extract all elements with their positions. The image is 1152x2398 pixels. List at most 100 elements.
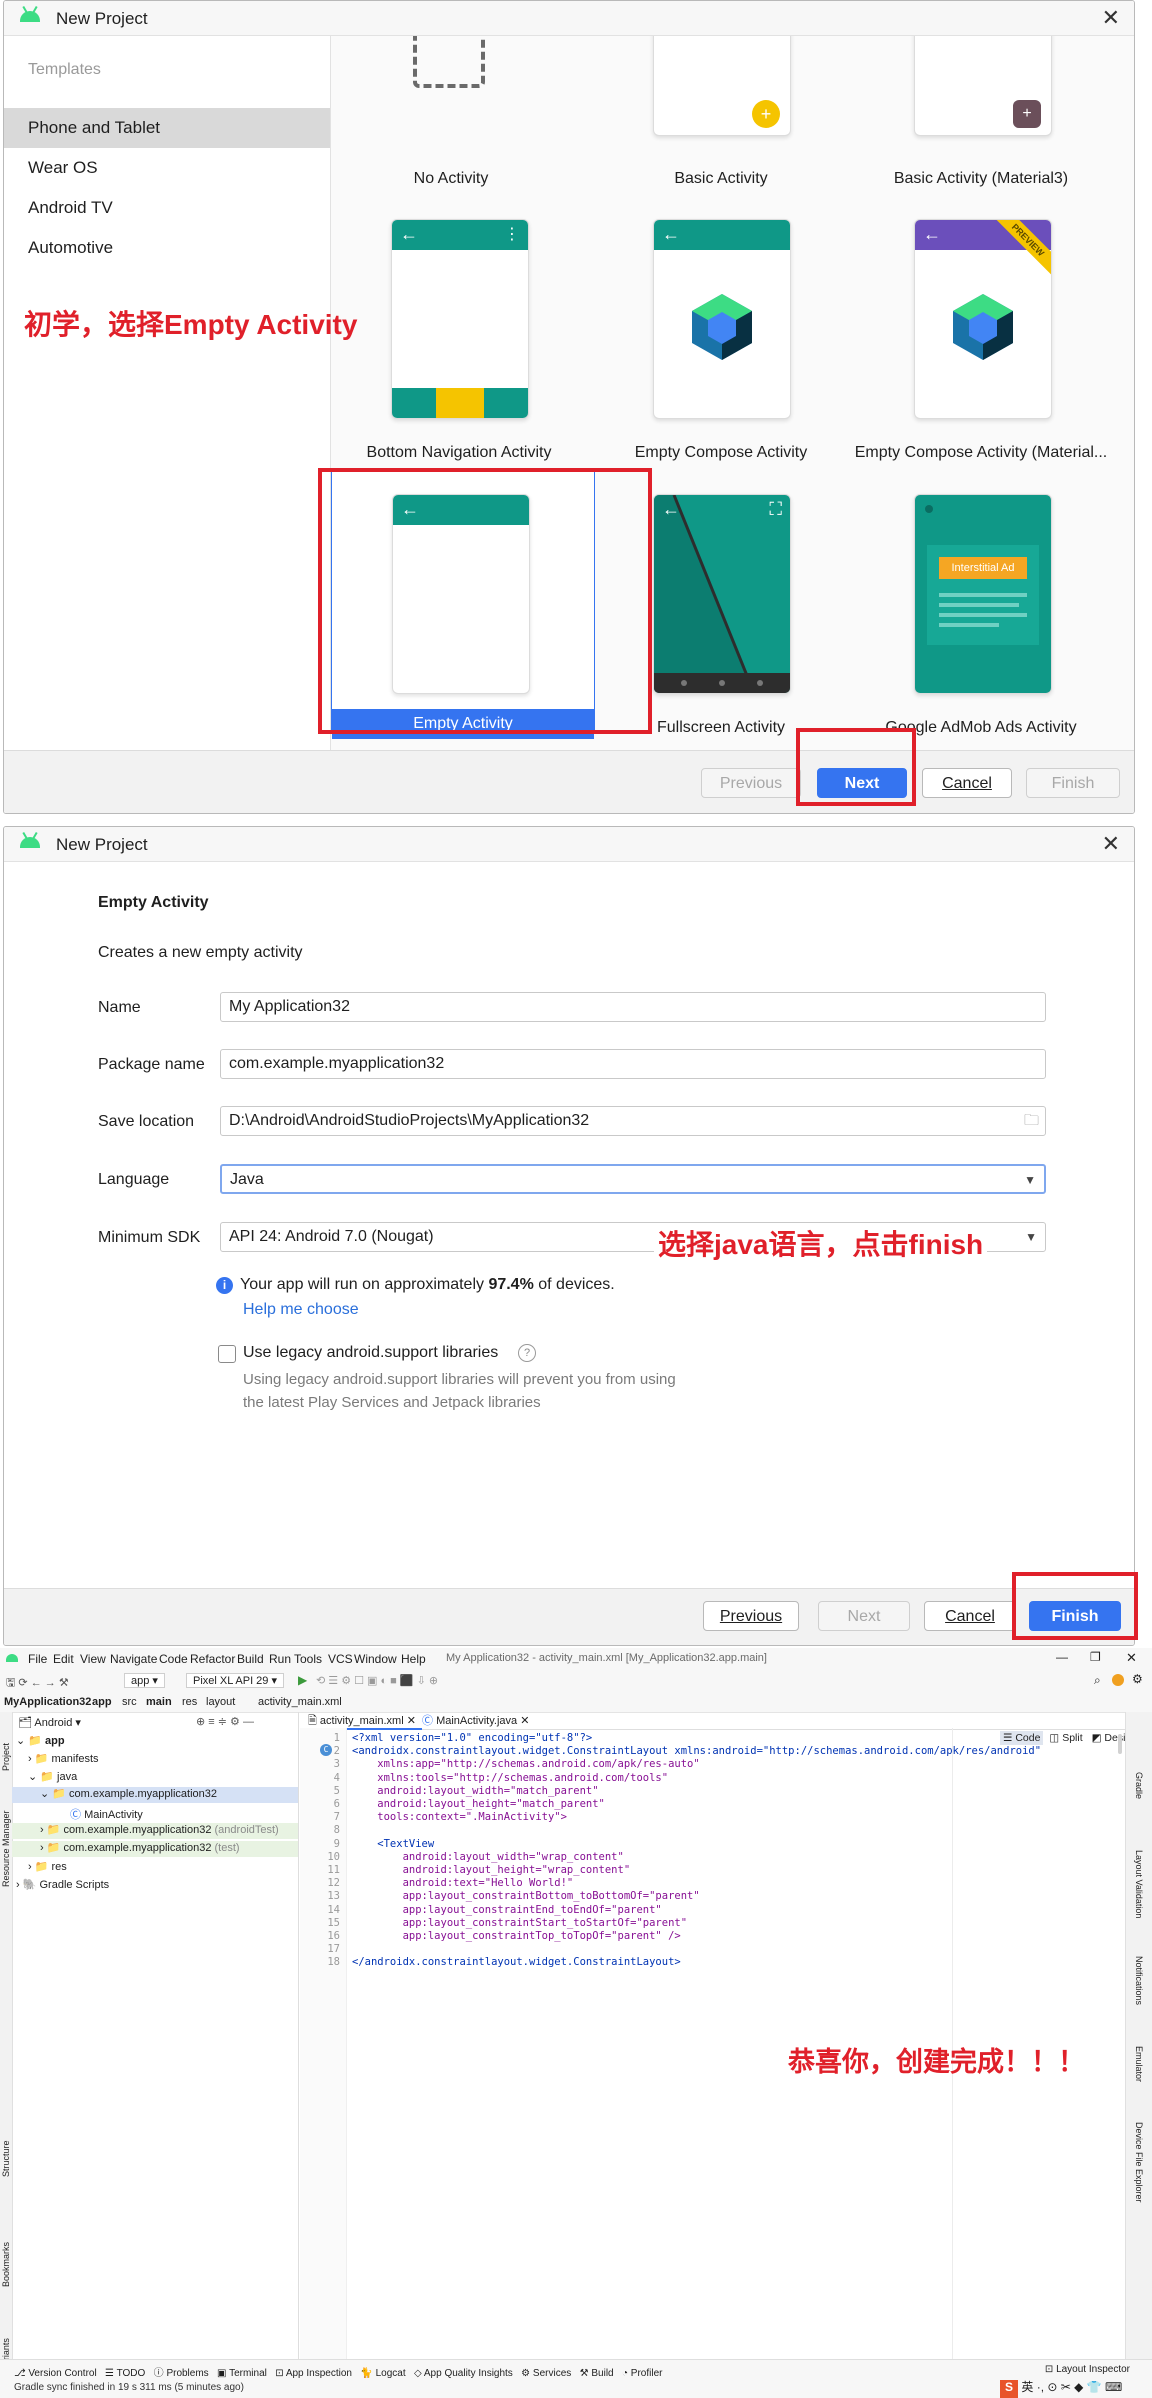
template-basic-activity[interactable]: + (653, 36, 791, 136)
editor-scrollbar[interactable] (1118, 1734, 1122, 1754)
tool-problems[interactable]: ⓘ Problems (154, 2368, 209, 2379)
code-line[interactable]: xmlns:tools="http://schemas.android.com/… (352, 1772, 668, 1784)
menu-help[interactable]: Help (401, 1652, 426, 1666)
project-view-select[interactable]: 🗂 Android ▾ (18, 1716, 81, 1729)
tool-bookmarks[interactable]: Bookmarks (1, 2227, 11, 2287)
help-icon[interactable]: ? (518, 1344, 536, 1362)
menu-code[interactable]: Code (159, 1652, 188, 1666)
tool-device-file-explorer[interactable]: Device File Explorer (1134, 2122, 1144, 2232)
previous-button[interactable]: Previous (703, 1601, 799, 1631)
code-line[interactable]: android:layout_width="wrap_content" (352, 1851, 624, 1863)
ime-indicator[interactable]: S 英 ·, ⊙ ✂ ◆ 👕 ⌨ (1000, 2378, 1122, 2398)
tree-item-gradle-scripts[interactable]: › 🐘 Gradle Scripts (16, 1878, 109, 1891)
code-line[interactable]: <TextView (352, 1838, 434, 1850)
tool-gradle[interactable]: Gradle (1134, 1772, 1144, 1822)
menu-build[interactable]: Build (237, 1652, 264, 1666)
tree-item-package-test[interactable]: › 📁 com.example.myapplication32 (test) (12, 1841, 298, 1857)
menu-run[interactable]: Run (269, 1652, 291, 1666)
run-icon[interactable]: ▶ (298, 1673, 307, 1687)
previous-button[interactable]: Previous (701, 768, 801, 798)
menu-edit[interactable]: Edit (53, 1652, 74, 1666)
breadcrumb-src[interactable]: src (122, 1696, 137, 1708)
category-phone-tablet[interactable]: Phone and Tablet (4, 108, 330, 148)
class-marker-icon[interactable]: C (320, 1744, 332, 1756)
next-button[interactable]: Next (818, 1601, 910, 1631)
cancel-button[interactable]: Cancel (924, 1601, 1016, 1631)
folder-icon[interactable]: 🗀 (1024, 1107, 1039, 1135)
code-line[interactable]: </androidx.constraintlayout.widget.Const… (352, 1956, 681, 1968)
template-admob[interactable]: Interstitial Ad (914, 494, 1052, 694)
toolbar-icons-left[interactable]: 🖫 ⟳ ← → ⚒ (6, 1674, 69, 1693)
name-field[interactable]: My Application32 (220, 992, 1046, 1022)
breadcrumb-layout[interactable]: layout (206, 1696, 235, 1708)
menu-file[interactable]: File (28, 1652, 47, 1666)
code-line[interactable]: tools:context=".MainActivity"> (352, 1811, 567, 1823)
project-panel-icons[interactable]: ⊕ ≡ ≑ ⚙ — (196, 1715, 254, 1728)
tool-app-inspection[interactable]: ⊡ App Inspection (275, 2368, 352, 2379)
code-line[interactable]: xmlns:app="http://schemas.android.com/ap… (352, 1758, 699, 1770)
tool-resource-manager[interactable]: Resource Manager (1, 1787, 11, 1887)
template-empty-compose[interactable]: ← (653, 219, 791, 419)
code-line[interactable]: <?xml version="1.0" encoding="utf-8"?> (352, 1732, 592, 1744)
code-line[interactable]: app:layout_constraintEnd_toEndOf="parent… (352, 1904, 662, 1916)
tool-app-quality-insights[interactable]: ◇ App Quality Insights (414, 2368, 513, 2379)
tree-item-mainactivity[interactable]: Ⓒ MainActivity (70, 1806, 143, 1822)
tool-structure[interactable]: Structure (1, 2117, 11, 2177)
close-icon[interactable]: ✕ (1102, 831, 1120, 857)
minimize-icon[interactable]: — (1056, 1650, 1068, 1664)
legacy-support-checkbox[interactable] (218, 1345, 236, 1363)
tool-notifications[interactable]: Notifications (1134, 1956, 1144, 2038)
code-line[interactable]: android:layout_height="wrap_content" (352, 1864, 631, 1876)
template-bottom-navigation[interactable]: ← ⋮ (391, 219, 529, 419)
menu-navigate[interactable]: Navigate (110, 1652, 157, 1666)
menu-window[interactable]: Window (354, 1652, 397, 1666)
template-fullscreen[interactable]: ← ⛶ (653, 494, 791, 694)
template-basic-activity-m3[interactable]: + (914, 36, 1052, 136)
category-wear-os[interactable]: Wear OS (4, 148, 330, 188)
breadcrumb-res[interactable]: res (182, 1696, 197, 1708)
tab-mainactivity-java[interactable]: Ⓒ MainActivity.java ✕ (416, 1712, 535, 1728)
menu-refactor[interactable]: Refactor (190, 1652, 235, 1666)
template-empty-compose-m3[interactable]: ← PREVIEW (914, 219, 1052, 419)
breadcrumb-project[interactable]: MyApplication32 (4, 1696, 91, 1708)
tree-item-package-main[interactable]: ⌄ 📁 com.example.myapplication32 (12, 1787, 298, 1803)
tool-logcat[interactable]: 🐈 Logcat (360, 2368, 405, 2379)
breadcrumb-file[interactable]: activity_main.xml (258, 1696, 342, 1708)
toolbar-icons-right[interactable]: ⟲ ☰ ⚙ ☐ ▣ ◐ ■ ⬛ ⇩ ⊕ (316, 1674, 438, 1687)
menu-vcs[interactable]: VCS (328, 1652, 353, 1666)
code-line[interactable]: android:layout_width="match_parent" (352, 1785, 598, 1797)
search-icon[interactable]: ⌕ (1094, 1673, 1101, 1688)
tree-item-package-androidtest[interactable]: › 📁 com.example.myapplication32 (android… (12, 1823, 298, 1839)
tool-todo[interactable]: ☰ TODO (105, 2368, 145, 2379)
tool-terminal[interactable]: ▣ Terminal (217, 2368, 267, 2379)
code-line[interactable]: <androidx.constraintlayout.widget.Constr… (352, 1745, 1041, 1757)
run-config-select[interactable]: app ▾ (124, 1673, 165, 1688)
code-line[interactable]: app:layout_constraintStart_toStartOf="pa… (352, 1917, 687, 1929)
tree-item-res[interactable]: › 📁 res (28, 1860, 67, 1873)
tree-item-app[interactable]: ⌄ 📁 app (16, 1734, 65, 1747)
package-name-field[interactable]: com.example.myapplication32 (220, 1049, 1046, 1079)
tree-item-manifests[interactable]: › 📁 manifests (28, 1752, 99, 1765)
maximize-icon[interactable]: ❐ (1090, 1650, 1101, 1664)
tool-emulator[interactable]: Emulator (1134, 2046, 1144, 2108)
tool-version-control[interactable]: ⎇ Version Control (14, 2368, 97, 2379)
updates-badge[interactable] (1112, 1674, 1124, 1686)
menu-view[interactable]: View (80, 1652, 106, 1666)
category-android-tv[interactable]: Android TV (4, 188, 330, 228)
cancel-button[interactable]: Cancel (922, 768, 1012, 798)
save-location-field[interactable]: D:\Android\AndroidStudioProjects\MyAppli… (220, 1106, 1046, 1136)
tool-build[interactable]: ⚒ Build (580, 2368, 614, 2379)
close-window-icon[interactable]: ✕ (1126, 1650, 1137, 1666)
category-automotive[interactable]: Automotive (4, 228, 330, 268)
device-select[interactable]: Pixel XL API 29 ▾ (186, 1673, 284, 1688)
settings-icon[interactable]: ⚙ (1132, 1672, 1143, 1686)
tool-project[interactable]: Project (1, 1723, 11, 1771)
menu-tools[interactable]: Tools (294, 1652, 322, 1666)
code-line[interactable]: android:layout_height="match_parent" (352, 1798, 605, 1810)
tool-services[interactable]: ⚙ Services (521, 2368, 571, 2379)
tool-layout-validation[interactable]: Layout Validation (1134, 1850, 1144, 1944)
tool-profiler[interactable]: ◔ Profiler (622, 2368, 663, 2379)
language-select[interactable]: Java ▼ (220, 1164, 1046, 1194)
tree-item-java[interactable]: ⌄ 📁 java (28, 1770, 77, 1783)
code-line[interactable]: android:text="Hello World!" (352, 1877, 574, 1889)
